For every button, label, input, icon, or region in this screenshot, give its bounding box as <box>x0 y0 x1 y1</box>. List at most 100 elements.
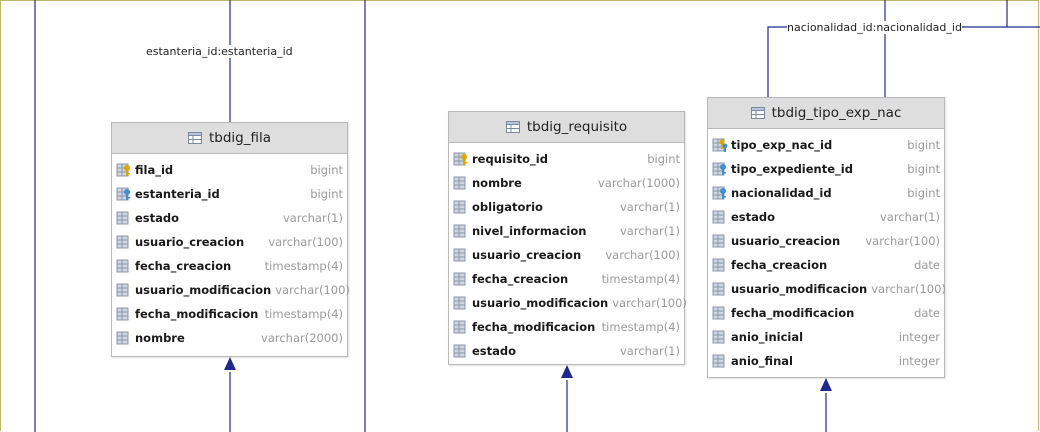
column-name: anio_inicial <box>731 330 804 344</box>
column-name: nacionalidad_id <box>731 186 832 200</box>
column-name: nivel_informacion <box>472 224 587 238</box>
column-icon <box>116 330 132 346</box>
table-tbdig-requisito[interactable]: tbdig_requisito requisito_id bigint nombre v… <box>448 111 687 365</box>
column-list: tipo_exp_nac_id bigint tipo_expediente_id b… <box>708 129 946 373</box>
column-type: bigint <box>310 187 343 201</box>
column-name: tipo_exp_nac_id <box>731 138 833 152</box>
fk-key-icon <box>712 161 728 177</box>
relationship-label: nacionalidad_id:nacionalidad_id <box>787 21 962 34</box>
column-type: varchar(1) <box>619 344 680 358</box>
column-row[interactable]: nombre varchar(2000) <box>112 326 347 350</box>
column-icon <box>712 257 728 273</box>
table-icon <box>505 121 520 133</box>
column-row[interactable]: fila_id bigint <box>112 158 347 182</box>
column-row[interactable]: anio_inicial integer <box>708 325 944 349</box>
column-name: nombre <box>472 176 522 190</box>
column-type: bigint <box>310 163 343 177</box>
column-row[interactable]: fecha_modificacion date <box>708 301 944 325</box>
arrowhead <box>561 365 573 378</box>
pk-fk-key-icon <box>712 137 728 153</box>
column-row[interactable]: tipo_expediente_id bigint <box>708 157 944 181</box>
fk-key-icon <box>116 186 132 202</box>
diagram-canvas: estanteria_id:estanteria_id nacionalidad… <box>0 0 1040 432</box>
column-type: varchar(100) <box>612 296 687 310</box>
column-row[interactable]: requisito_id bigint <box>449 147 684 171</box>
column-row[interactable]: estado varchar(1) <box>708 205 944 229</box>
column-type: varchar(2000) <box>261 331 343 345</box>
column-name: usuario_creacion <box>472 248 582 262</box>
column-type: varchar(1) <box>282 211 343 225</box>
column-row[interactable]: nacionalidad_id bigint <box>708 181 944 205</box>
arrowhead <box>224 357 236 370</box>
column-icon <box>453 175 469 191</box>
column-row[interactable]: fecha_modificacion timestamp(4) <box>112 302 347 326</box>
column-icon <box>712 281 728 297</box>
column-name: tipo_expediente_id <box>731 162 853 176</box>
column-row[interactable]: estado varchar(1) <box>449 339 684 363</box>
column-row[interactable]: usuario_creacion varchar(100) <box>112 230 347 254</box>
column-name: usuario_modificacion <box>472 296 609 310</box>
column-name: anio_final <box>731 354 793 368</box>
column-type: varchar(100) <box>268 235 343 249</box>
column-icon <box>453 319 469 335</box>
column-icon <box>453 271 469 287</box>
table-header[interactable]: tbdig_tipo_exp_nac <box>708 98 944 129</box>
column-type: timestamp(4) <box>264 259 343 273</box>
column-row[interactable]: nivel_informacion varchar(1) <box>449 219 684 243</box>
column-row[interactable]: fecha_creacion timestamp(4) <box>112 254 347 278</box>
column-row[interactable]: usuario_modificacion varchar(100) <box>708 277 946 301</box>
column-name: usuario_modificacion <box>135 283 272 297</box>
column-name: requisito_id <box>472 152 548 166</box>
column-type: date <box>914 306 940 320</box>
column-type: varchar(1) <box>619 200 680 214</box>
table-tbdig-tipo-exp-nac[interactable]: tbdig_tipo_exp_nac tipo_exp_nac_id bigint t… <box>707 97 946 378</box>
column-type: varchar(100) <box>871 282 946 296</box>
column-icon <box>453 343 469 359</box>
column-icon <box>712 329 728 345</box>
column-name: usuario_creacion <box>135 235 245 249</box>
column-type: timestamp(4) <box>601 320 680 334</box>
column-name: estanteria_id <box>135 187 220 201</box>
column-type: bigint <box>907 186 940 200</box>
column-type: integer <box>898 354 940 368</box>
column-row[interactable]: fecha_creacion date <box>708 253 944 277</box>
column-row[interactable]: obligatorio varchar(1) <box>449 195 684 219</box>
column-list: requisito_id bigint nombre varchar(1000) obl… <box>449 143 687 363</box>
column-row[interactable]: usuario_modificacion varchar(100) <box>449 291 687 315</box>
table-title: tbdig_requisito <box>526 119 628 135</box>
table-icon <box>750 107 765 119</box>
column-row[interactable]: nombre varchar(1000) <box>449 171 684 195</box>
column-type: varchar(100) <box>865 234 940 248</box>
table-header[interactable]: tbdig_requisito <box>449 112 684 143</box>
column-icon <box>712 209 728 225</box>
table-title: tbdig_fila <box>208 130 272 146</box>
column-row[interactable]: usuario_creacion varchar(100) <box>449 243 684 267</box>
column-row[interactable]: usuario_creacion varchar(100) <box>708 229 944 253</box>
column-name: usuario_modificacion <box>731 282 868 296</box>
column-name: obligatorio <box>472 200 543 214</box>
column-type: timestamp(4) <box>601 272 680 286</box>
column-type: varchar(100) <box>605 248 680 262</box>
column-name: fecha_creacion <box>472 272 569 286</box>
table-tbdig-fila[interactable]: tbdig_fila fila_id bigint estanteria_id bigi… <box>111 122 350 357</box>
column-name: usuario_creacion <box>731 234 841 248</box>
column-type: bigint <box>907 138 940 152</box>
column-row[interactable]: tipo_exp_nac_id bigint <box>708 133 944 157</box>
column-type: varchar(1) <box>619 224 680 238</box>
column-name: fecha_modificacion <box>731 306 855 320</box>
column-row[interactable]: estanteria_id bigint <box>112 182 347 206</box>
column-type: date <box>914 258 940 272</box>
column-name: estado <box>731 210 776 224</box>
column-row[interactable]: fecha_creacion timestamp(4) <box>449 267 684 291</box>
column-icon <box>453 247 469 263</box>
column-icon <box>453 199 469 215</box>
column-type: varchar(1) <box>879 210 940 224</box>
column-row[interactable]: estado varchar(1) <box>112 206 347 230</box>
column-icon <box>116 234 132 250</box>
column-row[interactable]: usuario_modificacion varchar(100) <box>112 278 350 302</box>
table-header[interactable]: tbdig_fila <box>112 123 347 154</box>
column-row[interactable]: fecha_modificacion timestamp(4) <box>449 315 684 339</box>
column-name: fila_id <box>135 163 174 177</box>
column-icon <box>116 258 132 274</box>
column-row[interactable]: anio_final integer <box>708 349 944 373</box>
